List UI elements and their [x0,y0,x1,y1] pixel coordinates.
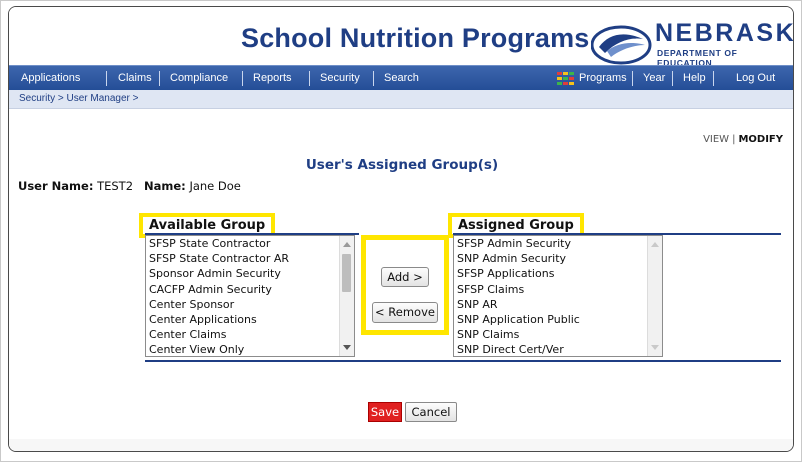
scroll-thumb[interactable] [342,254,351,292]
nav-compliance[interactable]: Compliance [170,72,228,84]
page-title: User's Assigned Group(s) [305,157,499,173]
nav-log-out[interactable]: Log Out [736,72,775,84]
list-item[interactable]: Center Sponsor [146,297,354,312]
nav-separator [373,71,374,86]
nav-year[interactable]: Year [643,72,665,84]
nav-separator [672,71,673,86]
nebraska-logo: NEBRASKA DEPARTMENT OF EDUCATION [591,17,793,68]
nav-separator [632,71,633,86]
nav-separator [309,71,310,86]
view-link[interactable]: VIEW [703,134,729,145]
breadcrumb-bar: Security > User Manager > [9,90,793,109]
nav-search[interactable]: Search [384,72,419,84]
list-item[interactable]: SFSP State Contractor AR [146,251,354,266]
scroll-up-arrow-icon[interactable] [651,242,659,247]
remove-button[interactable]: < Remove [372,302,438,323]
nav-separator [159,71,160,86]
footer-band [9,439,793,451]
user-name-label: User Name: [18,179,94,193]
nav-programs[interactable]: Programs [579,72,627,84]
list-item[interactable]: SNP AR [454,297,662,312]
name-value: Jane Doe [189,179,241,193]
list-item[interactable]: Center Applications [146,312,354,327]
cancel-button[interactable]: Cancel [405,402,457,422]
view-modify-toggle: VIEW | MODIFY [703,134,783,145]
add-remove-highlight: Add > < Remove [361,235,449,335]
mode-separator: | [732,134,736,145]
programs-grid-icon[interactable] [557,72,574,85]
scroll-down-arrow-icon[interactable] [651,345,659,350]
app-window: School Nutrition Programs NEBRASKA DEPAR… [8,6,794,452]
nav-reports[interactable]: Reports [253,72,292,84]
available-scrollbar[interactable] [339,236,354,356]
nav-security[interactable]: Security [320,72,360,84]
assigned-scrollbar[interactable] [647,236,662,356]
nav-separator [242,71,243,86]
assigned-group-list[interactable]: SFSP Admin Security SNP Admin Security S… [453,235,663,357]
list-item[interactable]: SFSP State Contractor [146,236,354,251]
name-label: Name: [144,179,186,193]
breadcrumb[interactable]: Security > User Manager > [19,93,139,104]
app-title: School Nutrition Programs [241,23,590,53]
list-item[interactable]: Center Claims [146,327,354,342]
list-item[interactable]: CACFP Admin Security [146,282,354,297]
nav-applications[interactable]: Applications [21,72,80,84]
list-item[interactable]: SNP Admin Security [454,251,662,266]
scroll-up-arrow-icon[interactable] [343,242,351,247]
list-item[interactable]: Sponsor Admin Security [146,266,354,281]
save-button[interactable]: Save [368,402,402,422]
nav-claims[interactable]: Claims [118,72,152,84]
main-nav: Applications Claims Compliance Reports S… [9,65,793,91]
list-item[interactable]: SFSP Claims [454,282,662,297]
nav-help[interactable]: Help [683,72,706,84]
available-group-list[interactable]: SFSP State Contractor SFSP State Contrac… [145,235,355,357]
list-item[interactable]: SNP Application Public [454,312,662,327]
list-item[interactable]: Center View Only [146,342,354,356]
lists-bottom-rule [145,360,781,362]
add-button[interactable]: Add > [381,267,429,287]
scroll-down-arrow-icon[interactable] [343,345,351,350]
list-item[interactable]: SNP Claims [454,327,662,342]
list-item[interactable]: SFSP Applications [454,266,662,281]
modify-link[interactable]: MODIFY [738,134,783,145]
nav-separator [713,71,714,86]
nebraska-wordmark: NEBRASKA [655,19,793,47]
list-item[interactable]: SFSP Admin Security [454,236,662,251]
user-name-value: TEST2 [97,179,134,193]
header: School Nutrition Programs NEBRASKA DEPAR… [9,7,793,68]
nav-separator [106,71,107,86]
nebraska-swoosh-icon [591,25,652,65]
user-info: User Name: TEST2 Name: Jane Doe [18,179,241,193]
list-item[interactable]: SNP Direct Cert/Ver [454,342,662,356]
